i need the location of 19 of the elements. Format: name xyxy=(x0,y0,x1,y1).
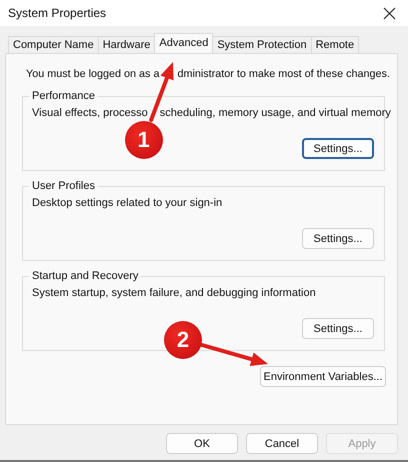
dialog-button[interactable]: OK xyxy=(166,433,238,454)
dialog-button[interactable]: Cancel xyxy=(246,433,318,454)
group-description: scheduling, memory usage, and virtual memory xyxy=(160,106,391,120)
settings-button[interactable]: Settings... xyxy=(302,318,374,339)
tab[interactable]: System Protection xyxy=(212,36,312,53)
tab[interactable]: Computer Name xyxy=(8,36,99,53)
notice-text: dministrator to make most of these changes. xyxy=(177,67,390,81)
tab[interactable]: Remote xyxy=(310,36,360,53)
tab[interactable]: Advanced xyxy=(154,33,214,53)
close-icon[interactable] xyxy=(383,6,396,20)
group-description: Visual effects, processo xyxy=(32,106,148,120)
group-title: Startup and Recovery xyxy=(29,269,142,283)
group-description: Desktop settings related to your sign-in xyxy=(32,196,222,210)
group-description: System startup, system failure, and debugging information xyxy=(32,286,316,300)
notice-text: You must be logged on as a xyxy=(26,67,160,81)
window-title: System Properties xyxy=(8,6,106,20)
settings-button[interactable]: Settings... xyxy=(302,228,374,249)
settings-button[interactable]: Settings... xyxy=(302,138,374,159)
environment-variables-button[interactable]: Environment Variables... xyxy=(260,366,386,387)
